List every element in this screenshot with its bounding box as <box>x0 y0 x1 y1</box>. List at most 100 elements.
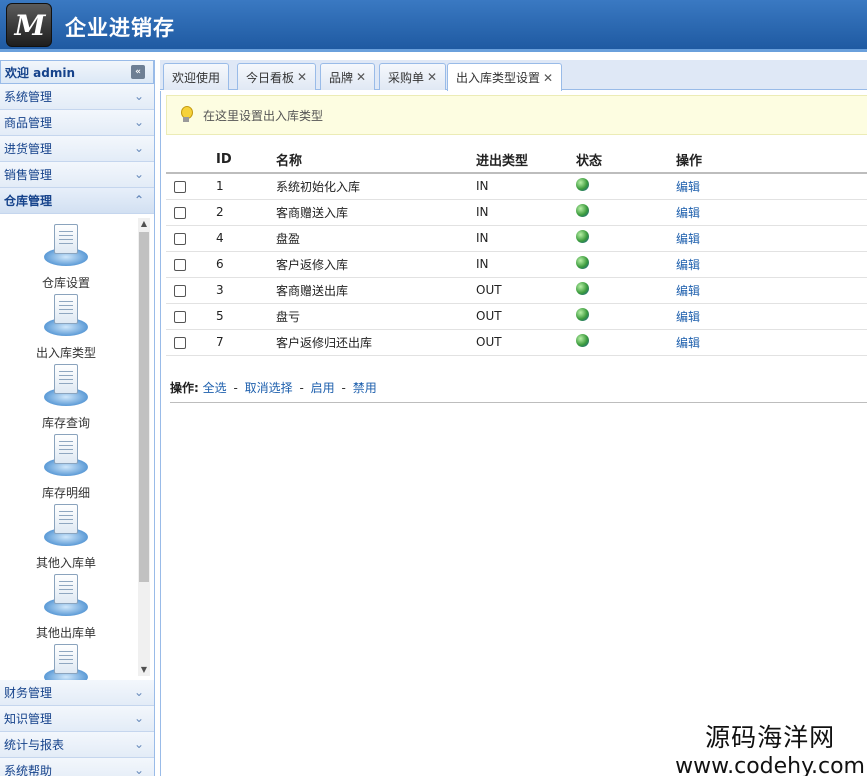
warehouse-settings-item[interactable]: 仓库设置 <box>6 222 126 291</box>
row-name: 客户返修入库 <box>276 251 476 278</box>
edit-link[interactable]: 编辑 <box>676 206 700 220</box>
select-all-link[interactable]: 全选 <box>203 381 227 395</box>
edit-link[interactable]: 编辑 <box>676 258 700 272</box>
status-enabled-icon[interactable] <box>576 308 589 321</box>
row-type: OUT <box>476 277 576 304</box>
row-name: 盘盈 <box>276 225 476 252</box>
row-id: 6 <box>216 251 276 278</box>
table-row: 4 盘盈 IN 编辑 <box>166 225 867 252</box>
stock-query-item[interactable]: 库存查询 <box>6 362 126 431</box>
edit-link[interactable]: 编辑 <box>676 284 700 298</box>
table-row: 1 系统初始化入库 IN 编辑 <box>166 173 867 200</box>
collapse-sidebar-icon[interactable]: « <box>131 65 145 79</box>
welcome-text: 欢迎 admin <box>5 65 76 80</box>
select-column-header <box>166 146 216 174</box>
deselect-link[interactable]: 取消选择 <box>245 381 293 395</box>
row-checkbox[interactable] <box>174 180 186 193</box>
sidebar-section-warehouse[interactable]: 仓库管理 ⌃ <box>0 188 154 214</box>
chevron-down-icon: ⌄ <box>133 141 144 155</box>
edit-link[interactable]: 编辑 <box>676 232 700 246</box>
chevron-down-icon: ⌄ <box>133 89 144 103</box>
separator: - <box>233 381 238 395</box>
row-checkbox[interactable] <box>174 258 186 271</box>
separator: - <box>341 381 346 395</box>
scroll-thumb[interactable] <box>139 232 149 582</box>
edit-link[interactable]: 编辑 <box>676 310 700 324</box>
table-row: 3 客商赠送出库 OUT 编辑 <box>166 277 867 304</box>
sidebar-section-system[interactable]: 系统管理 ⌄ <box>0 84 154 110</box>
sidebar: 欢迎 admin « 系统管理 ⌄ 商品管理 ⌄ 进货管理 ⌄ 销售管理 ⌄ 仓库管理 ⌃… <box>0 60 155 776</box>
close-icon[interactable]: ✕ <box>427 70 437 84</box>
close-icon[interactable]: ✕ <box>543 71 553 85</box>
stock-detail-item[interactable]: 库存明细 <box>6 432 126 501</box>
tab-inout-type-settings[interactable]: 出入库类型设置 ✕ <box>447 63 563 91</box>
app-header: M 企业进销存 <box>0 0 867 52</box>
tab-purchase-order[interactable]: 采购单 ✕ <box>379 63 447 90</box>
sidebar-section-reports[interactable]: 统计与报表 ⌄ <box>0 732 154 758</box>
row-checkbox[interactable] <box>174 336 186 349</box>
status-enabled-icon[interactable] <box>576 334 589 347</box>
main-content: 在这里设置出入库类型 ID 名称 进出类型 状态 操作 1 系统初始化入库 IN <box>160 91 867 776</box>
status-enabled-icon[interactable] <box>576 230 589 243</box>
lightbulb-icon <box>179 106 193 124</box>
status-enabled-icon[interactable] <box>576 178 589 192</box>
edit-link[interactable]: 编辑 <box>676 180 700 194</box>
scroll-down-icon[interactable]: ▼ <box>138 664 150 676</box>
row-name: 客商赠送出库 <box>276 277 476 304</box>
chevron-down-icon: ⌄ <box>133 115 144 129</box>
other-outbound-item[interactable]: 其他出库单 <box>6 572 126 641</box>
document-icon <box>42 222 90 270</box>
close-icon[interactable]: ✕ <box>297 70 307 84</box>
edit-link[interactable]: 编辑 <box>676 336 700 350</box>
table-header-row: ID 名称 进出类型 状态 操作 <box>166 146 867 174</box>
row-type: OUT <box>476 303 576 330</box>
column-header-id: ID <box>216 146 276 174</box>
status-enabled-icon[interactable] <box>576 282 589 295</box>
partial-item[interactable] <box>6 642 126 680</box>
sidebar-section-goods[interactable]: 商品管理 ⌄ <box>0 110 154 136</box>
row-checkbox[interactable] <box>174 232 186 245</box>
sidebar-section-help[interactable]: 系统帮助 ⌄ <box>0 758 154 776</box>
sidebar-section-finance[interactable]: 财务管理 ⌄ <box>0 680 154 706</box>
row-id: 5 <box>216 303 276 330</box>
row-type: IN <box>476 173 576 200</box>
inout-type-item[interactable]: 出入库类型 <box>6 292 126 361</box>
row-name: 客商赠送入库 <box>276 199 476 226</box>
sidebar-section-sales[interactable]: 销售管理 ⌄ <box>0 162 154 188</box>
sidebar-section-purchase[interactable]: 进货管理 ⌄ <box>0 136 154 162</box>
tab-welcome[interactable]: 欢迎使用 <box>163 63 230 90</box>
scroll-up-icon[interactable]: ▲ <box>138 218 150 230</box>
tab-brand[interactable]: 品牌 ✕ <box>320 63 376 90</box>
row-checkbox[interactable] <box>174 284 186 297</box>
status-enabled-icon[interactable] <box>576 204 589 217</box>
row-checkbox[interactable] <box>174 206 186 219</box>
watermark-title: 源码海洋网 <box>705 723 836 752</box>
warehouse-panel: 仓库设置 出入库类型 库存查询 库存明细 其他入库单 其他出库单 ▲ ▼ <box>0 214 154 680</box>
row-checkbox[interactable] <box>174 310 186 323</box>
other-inbound-item[interactable]: 其他入库单 <box>6 502 126 571</box>
row-id: 7 <box>216 329 276 356</box>
row-id: 1 <box>216 173 276 200</box>
chevron-down-icon: ⌄ <box>133 685 144 699</box>
tab-bar: 欢迎使用 今日看板 ✕ 品牌 ✕ 采购单 ✕ 出入库类型设置 ✕ <box>160 60 867 91</box>
disable-link[interactable]: 禁用 <box>353 381 377 395</box>
app-title: 企业进销存 <box>65 16 175 40</box>
close-icon[interactable]: ✕ <box>356 70 366 84</box>
table-row: 5 盘亏 OUT 编辑 <box>166 303 867 330</box>
enable-link[interactable]: 启用 <box>311 381 335 395</box>
tab-dashboard[interactable]: 今日看板 ✕ <box>237 63 317 90</box>
table-row: 6 客户返修入库 IN 编辑 <box>166 251 867 278</box>
row-name: 客户返修归还出库 <box>276 329 476 356</box>
info-notice: 在这里设置出入库类型 <box>166 95 867 135</box>
row-type: IN <box>476 199 576 226</box>
document-icon <box>42 572 90 620</box>
chevron-down-icon: ⌄ <box>133 711 144 725</box>
row-type: IN <box>476 225 576 252</box>
column-header-name: 名称 <box>276 146 476 174</box>
status-enabled-icon[interactable] <box>576 256 589 269</box>
column-header-status: 状态 <box>576 146 676 174</box>
sidebar-scrollbar[interactable]: ▲ ▼ <box>138 218 150 676</box>
welcome-bar: 欢迎 admin « <box>0 60 154 84</box>
sidebar-section-knowledge[interactable]: 知识管理 ⌄ <box>0 706 154 732</box>
row-name: 盘亏 <box>276 303 476 330</box>
